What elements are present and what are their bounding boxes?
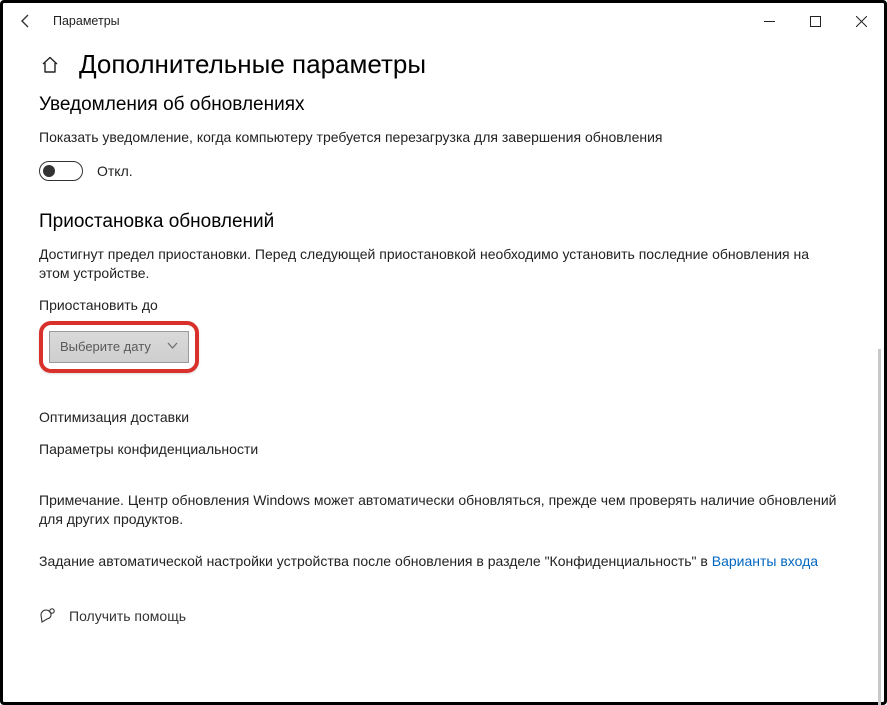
footer-note-1: Примечание. Центр обновления Windows мож… <box>39 491 839 530</box>
notifications-toggle-row: Откл. <box>39 161 848 181</box>
link-privacy-settings[interactable]: Параметры конфиденциальности <box>39 441 848 457</box>
notifications-toggle-label: Откл. <box>97 163 133 179</box>
get-help-row[interactable]: Получить помощь <box>39 607 848 625</box>
maximize-button[interactable] <box>792 3 838 39</box>
footer-note-2: Задание автоматической настройки устройс… <box>39 552 848 572</box>
help-icon <box>39 607 57 625</box>
pause-heading: Приостановка обновлений <box>39 211 848 233</box>
link-delivery-optimization[interactable]: Оптимизация доставки <box>39 409 848 425</box>
content-area: Дополнительные параметры Уведомления об … <box>3 39 884 702</box>
minimize-button[interactable] <box>746 3 792 39</box>
titlebar: Параметры <box>3 3 884 39</box>
page-title: Дополнительные параметры <box>79 49 426 80</box>
notifications-toggle[interactable] <box>39 161 83 181</box>
pause-until-label: Приостановить до <box>39 297 848 313</box>
get-help-label: Получить помощь <box>69 608 186 624</box>
footer-note-2-text: Задание автоматической настройки устройс… <box>39 553 712 569</box>
toggle-knob <box>43 165 55 177</box>
notifications-heading: Уведомления об обновлениях <box>39 94 848 116</box>
pause-date-dropdown[interactable]: Выберите дату <box>49 331 189 363</box>
chevron-down-icon <box>167 339 178 354</box>
dropdown-placeholder: Выберите дату <box>60 339 151 354</box>
page-header: Дополнительные параметры <box>39 49 848 80</box>
dropdown-highlight-annotation: Выберите дату <box>39 321 199 373</box>
close-button[interactable] <box>838 3 884 39</box>
window-title: Параметры <box>53 14 746 28</box>
pause-description: Достигнут предел приостановки. Перед сле… <box>39 245 829 283</box>
sign-in-options-link[interactable]: Варианты входа <box>712 553 818 569</box>
scrollbar[interactable] <box>878 349 881 705</box>
notifications-description: Показать уведомление, когда компьютеру т… <box>39 128 829 147</box>
back-button[interactable] <box>17 12 35 30</box>
window-controls <box>746 3 884 39</box>
home-icon[interactable] <box>39 54 61 76</box>
